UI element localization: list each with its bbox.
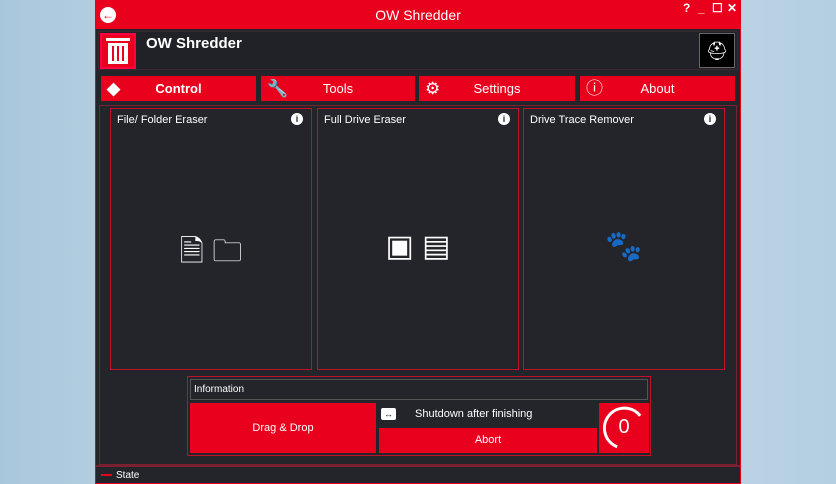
paw-icon: 🐾 <box>605 230 643 263</box>
shutdown-checkbox[interactable]: ↔ Shutdown after finishing <box>379 403 597 426</box>
app-name: OW Shredder <box>146 35 242 52</box>
shutdown-label: Shutdown after finishing <box>415 408 533 420</box>
file-folder-eraser-panel[interactable]: File/ Folder Eraser i 🗎 🗀 <box>110 108 312 370</box>
info-message-icon: ⓘ <box>586 79 603 98</box>
tab-label: Tools <box>322 81 354 96</box>
panel-title: Drive Trace Remover <box>530 114 634 126</box>
close-button[interactable]: ✕ <box>727 1 737 15</box>
file-icon: 🗎 <box>179 235 204 268</box>
tab-label: Settings <box>473 81 521 96</box>
drag-drop-area[interactable]: Drag & Drop <box>190 403 376 453</box>
abort-button[interactable]: Abort <box>379 428 597 453</box>
toggle-icon: ↔ <box>381 408 396 420</box>
full-drive-eraser-panel[interactable]: Full Drive Eraser i ▣ ▤ <box>317 108 519 370</box>
info-icon[interactable]: i <box>498 113 510 125</box>
drive-trace-remover-panel[interactable]: Drive Trace Remover i 🐾 <box>523 108 725 370</box>
sd-card-icon: ▤ <box>422 230 451 263</box>
hard-drive-icon: ▣ <box>385 230 414 263</box>
status-bar: State <box>96 465 740 484</box>
tab-settings[interactable]: ⚙ Settings <box>419 76 575 101</box>
panel-title: File/ Folder Eraser <box>117 114 208 126</box>
info-icon[interactable]: i <box>291 113 303 125</box>
app-window: OW Shredder ← ? _ ☐ ✕ OW Shredder ⛑ ◆ Con… <box>95 0 741 484</box>
tab-label: Control <box>155 81 202 96</box>
progress-counter: 0 <box>599 403 649 453</box>
help-button[interactable]: ? <box>683 1 690 15</box>
window-title: OW Shredder <box>375 7 461 23</box>
information-header: Information <box>190 379 648 400</box>
tab-label: About <box>640 81 675 96</box>
folder-icon: 🗀 <box>212 235 243 268</box>
title-bar: OW Shredder <box>96 1 740 29</box>
eraser-icon: ◆ <box>107 79 121 98</box>
tab-about[interactable]: ⓘ About <box>580 76 735 101</box>
tab-control[interactable]: ◆ Control <box>101 76 256 101</box>
info-icon[interactable]: i <box>704 113 716 125</box>
back-icon[interactable]: ← <box>100 7 116 23</box>
minimize-button[interactable]: _ <box>698 1 705 15</box>
tools-icon: 🔧 <box>267 79 289 98</box>
panel-title: Full Drive Eraser <box>324 114 406 126</box>
maximize-button[interactable]: ☐ <box>712 1 723 15</box>
tab-tools[interactable]: 🔧 Tools <box>261 76 415 101</box>
state-label: State <box>116 470 140 481</box>
gear-icon: ⚙ <box>425 79 441 98</box>
trash-icon <box>100 33 136 69</box>
state-indicator <box>101 474 112 476</box>
counter-value: 0 <box>618 416 630 438</box>
brand-logo-icon: ⛑ <box>699 33 735 68</box>
